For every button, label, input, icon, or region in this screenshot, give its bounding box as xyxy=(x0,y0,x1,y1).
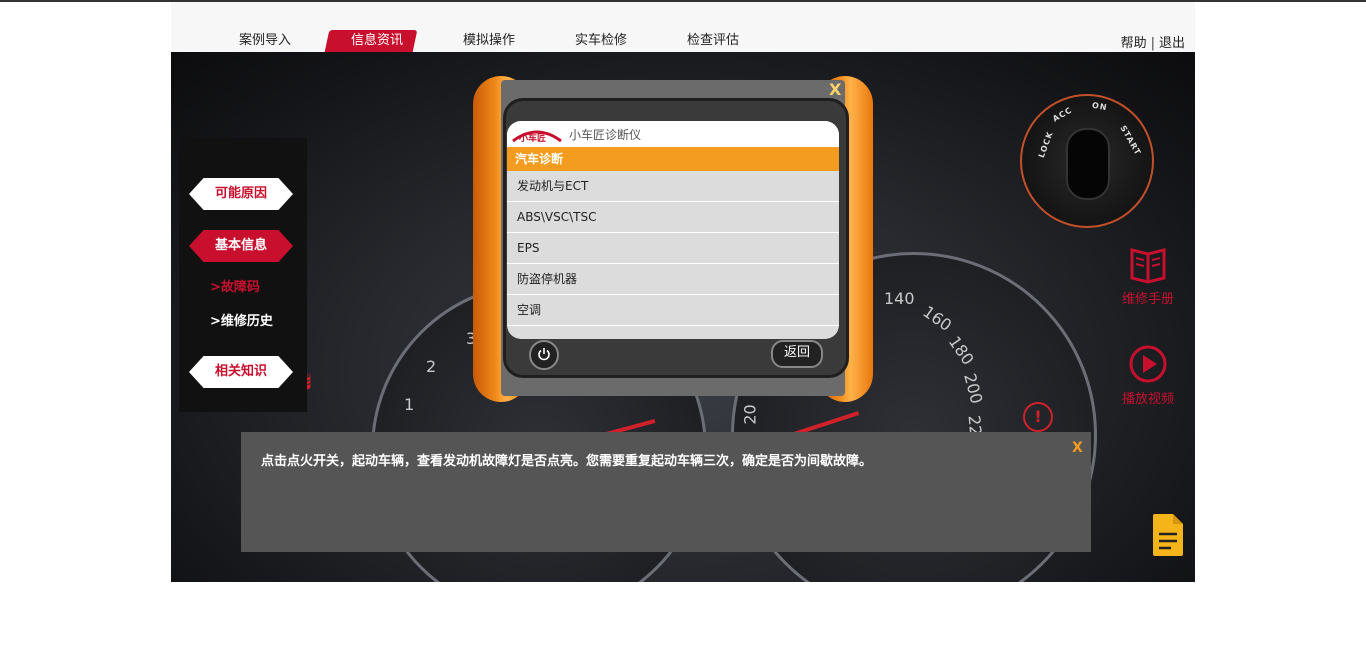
device-title: 小车匠诊断仪 xyxy=(569,127,642,142)
book-icon xyxy=(1130,248,1166,284)
app-container: 案例导入 信息资讯 模拟操作 实车检修 检查评估 帮助 | 退出 1 2 3 140… xyxy=(171,0,1195,582)
basic-info-button[interactable]: 基本信息 xyxy=(189,230,293,262)
tab-case-import[interactable]: 案例导入 xyxy=(209,30,321,52)
gauge-number: 140 xyxy=(884,289,915,308)
device-screen: 小车匠 小车匠诊断仪 汽车诊断 发动机与ECT ABS\VSC\TSC EPS … xyxy=(507,121,839,339)
ignition-key-icon xyxy=(1066,128,1110,200)
diagnostic-device: X 小车匠 小车匠诊断仪 汽车诊断 发动机与ECT ABS\VSC\TSC EP… xyxy=(473,74,873,404)
info-side-panel: 可能原因 基本信息 >故障码 >维修历史 相关知识 xyxy=(179,138,307,412)
device-close-button[interactable]: X xyxy=(829,80,841,99)
play-icon xyxy=(1129,345,1167,383)
gauge-number: 2 xyxy=(426,357,437,376)
instruction-text: 点击点火开关，起动车辆，查看发动机故障灯是否点亮。您需要重复起动车辆三次，确定是… xyxy=(261,454,873,469)
message-close-button[interactable]: X xyxy=(1072,440,1083,456)
fault-code-link[interactable]: >故障码 xyxy=(210,276,260,295)
repair-history-link[interactable]: >维修历史 xyxy=(210,310,273,329)
top-navigation: 案例导入 信息资讯 模拟操作 实车检修 检查评估 帮助 | 退出 xyxy=(171,2,1195,52)
power-icon xyxy=(538,348,550,361)
ignition-lock-label: LOCK xyxy=(1036,129,1055,160)
svg-text:小车匠: 小车匠 xyxy=(518,132,546,143)
gauge-number: 1 xyxy=(404,395,415,414)
ignition-start-label: START xyxy=(1118,123,1143,158)
device-header: 小车匠 小车匠诊断仪 xyxy=(507,121,839,147)
brand-logo-icon: 小车匠 xyxy=(511,125,563,144)
tab-evaluation[interactable]: 检查评估 xyxy=(657,30,769,52)
selected-category: 汽车诊断 xyxy=(507,147,839,171)
gauge-number: 200 xyxy=(960,371,987,406)
menu-item-immobilizer[interactable]: 防盗停机器 xyxy=(507,264,839,295)
menu-item-abs-vsc-tsc[interactable]: ABS\VSC\TSC xyxy=(507,202,839,233)
play-video-button[interactable]: 播放视频 xyxy=(1108,344,1188,407)
possible-causes-button[interactable]: 可能原因 xyxy=(189,178,293,210)
gauge-number: 160 xyxy=(919,301,956,336)
menu-item-eps[interactable]: EPS xyxy=(507,233,839,264)
related-knowledge-button[interactable]: 相关知识 xyxy=(189,356,293,388)
menu-item-air-conditioning[interactable]: 空调 xyxy=(507,295,839,326)
nav-user-links: 帮助 | 退出 xyxy=(1121,32,1185,51)
gauge-number: 180 xyxy=(944,332,978,369)
dashboard-scene: 1 2 3 140 160 180 200 220 20 🛢 ! 可能原因 基本… xyxy=(171,52,1195,582)
ignition-switch[interactable]: LOCK ACC ON START xyxy=(1020,94,1154,228)
help-link[interactable]: 帮助 xyxy=(1121,36,1147,51)
tab-vehicle-repair[interactable]: 实车检修 xyxy=(545,30,657,52)
tab-information[interactable]: 信息资讯 xyxy=(321,30,433,52)
tab-simulation[interactable]: 模拟操作 xyxy=(433,30,545,52)
repair-manual-label: 维修手册 xyxy=(1121,292,1174,307)
power-button[interactable] xyxy=(529,340,559,370)
notes-icon[interactable] xyxy=(1151,512,1185,558)
back-button[interactable]: 返回 xyxy=(771,340,823,368)
play-video-label: 播放视频 xyxy=(1121,392,1174,407)
brake-warning-icon: ! xyxy=(1023,402,1053,432)
menu-item-engine-ect[interactable]: 发动机与ECT xyxy=(507,171,839,202)
repair-manual-button[interactable]: 维修手册 xyxy=(1108,244,1188,307)
gauge-number: 20 xyxy=(740,404,760,425)
logout-link[interactable]: 退出 xyxy=(1159,36,1185,51)
nav-tabs: 案例导入 信息资讯 模拟操作 实车检修 检查评估 xyxy=(209,30,769,52)
ignition-acc-label: ACC xyxy=(1051,105,1074,124)
instruction-message-box: 点击点火开关，起动车辆，查看发动机故障灯是否点亮。您需要重复起动车辆三次，确定是… xyxy=(241,432,1091,552)
ignition-on-label: ON xyxy=(1091,100,1109,113)
nav-separator: | xyxy=(1150,36,1155,51)
